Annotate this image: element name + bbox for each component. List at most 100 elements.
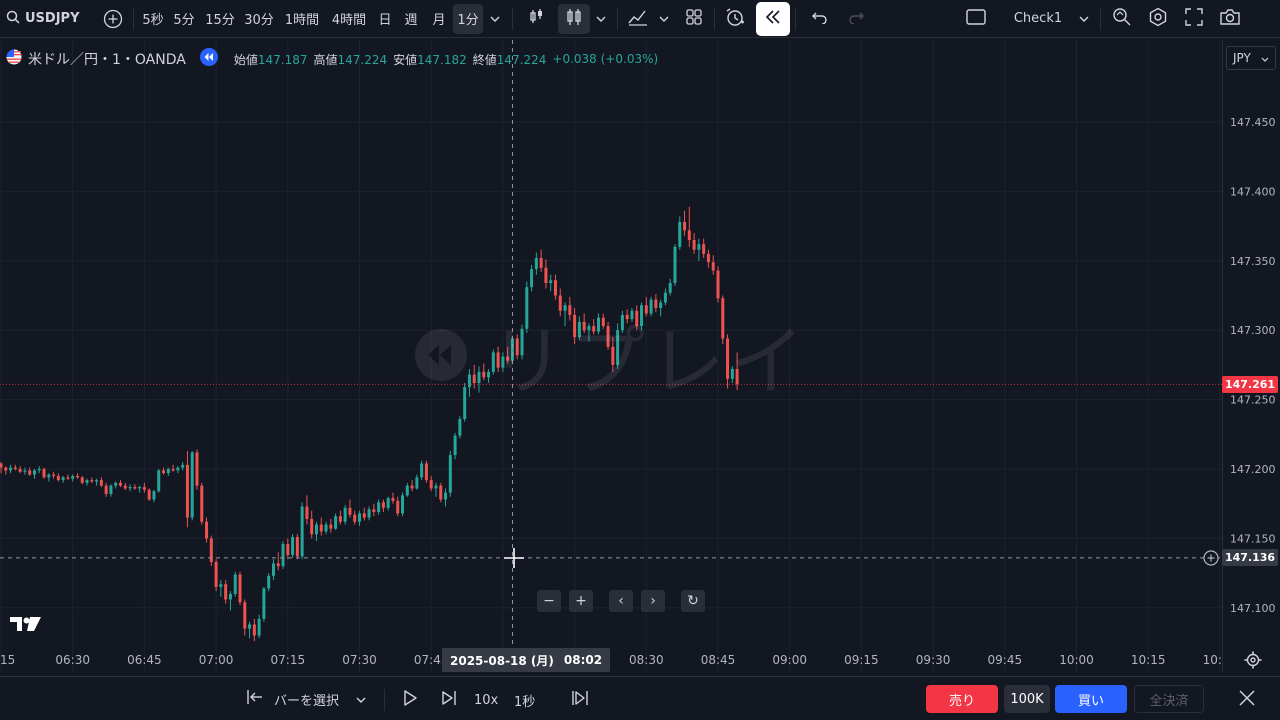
price-chart[interactable] <box>0 40 1222 672</box>
candle-body <box>334 516 338 529</box>
chart-legend: 米ドル／円・1・OANDA 始値147.187 高値147.224 安値147.… <box>6 48 658 70</box>
candle-body <box>659 302 663 308</box>
interval-15m[interactable]: 15分 <box>201 4 239 34</box>
replay-indicator-icon[interactable] <box>199 48 218 70</box>
indicators-dropdown[interactable] <box>653 4 675 34</box>
candle-body <box>61 477 65 481</box>
candle-body <box>496 352 500 368</box>
settings-icon <box>1148 7 1168 31</box>
replay-step-button[interactable]: 1秒 <box>514 689 535 711</box>
high-label: 高値 <box>313 52 338 67</box>
time-axis[interactable]: 1506:3006:4507:0007:1507:3007:4508:0008:… <box>0 646 1222 674</box>
candle-body <box>434 485 438 489</box>
candle-body <box>329 524 333 529</box>
step-forward-icon <box>441 689 457 711</box>
candle-body <box>644 305 648 314</box>
fullscreen-button[interactable] <box>1178 4 1210 34</box>
toolbar-divider <box>617 7 618 30</box>
chart-settings-button[interactable] <box>1244 651 1262 669</box>
redo-button[interactable] <box>841 4 871 34</box>
step-forward-button[interactable] <box>441 689 457 711</box>
interval-30m[interactable]: 30分 <box>239 4 279 34</box>
candle-body <box>271 563 275 576</box>
screenshot-button[interactable] <box>1214 4 1246 34</box>
chart-style-dropdown[interactable] <box>590 4 612 34</box>
candle-body <box>611 346 615 365</box>
candle-body <box>233 574 237 594</box>
interval-day[interactable]: 日 <box>373 4 397 34</box>
interval-5s[interactable]: 5秒 <box>139 4 167 34</box>
candle-body <box>635 310 639 327</box>
interval-month[interactable]: 月 <box>425 4 453 34</box>
candle-body <box>80 477 84 483</box>
candle-body <box>482 371 486 378</box>
jump-to-realtime-button[interactable] <box>571 689 589 711</box>
zoom-out-button[interactable]: − <box>537 590 561 612</box>
close-all-button[interactable]: 全決済 <box>1134 685 1204 713</box>
interval-1h[interactable]: 1時間 <box>279 4 325 34</box>
candle-body <box>472 374 476 383</box>
play-button[interactable] <box>402 689 418 711</box>
interval-5m[interactable]: 5分 <box>167 4 201 34</box>
select-bar-dropdown[interactable] <box>356 691 366 707</box>
sell-button[interactable]: 売り <box>926 685 998 713</box>
candle-body <box>601 317 605 327</box>
close-replay-button[interactable] <box>1238 689 1256 711</box>
crosshair-time: 08:02 <box>563 653 603 667</box>
layout-dropdown[interactable] <box>1073 4 1095 34</box>
zoom-in-button[interactable]: + <box>569 590 593 612</box>
templates-button[interactable] <box>679 4 709 34</box>
interval-1m[interactable]: 1分 <box>453 3 483 34</box>
candle-body <box>319 524 323 532</box>
layout-button[interactable] <box>961 4 991 34</box>
interval-dropdown[interactable] <box>483 4 507 34</box>
legend-symbol-title[interactable]: 米ドル／円・1・OANDA <box>28 49 186 69</box>
replay-button[interactable] <box>756 1 790 36</box>
replay-speed-button[interactable]: 10x <box>474 689 498 711</box>
candle-body <box>257 618 261 636</box>
buy-button[interactable]: 買い <box>1055 685 1127 713</box>
price-tick-label: 147.150 <box>1230 532 1276 545</box>
time-tick-label: 07:00 <box>199 653 234 667</box>
close-value: 147.224 <box>496 52 547 67</box>
candle-body <box>238 574 242 603</box>
candle-body <box>85 480 89 483</box>
candle-body <box>649 299 653 314</box>
candle-body <box>487 371 491 378</box>
interval-4h[interactable]: 4時間 <box>325 4 373 34</box>
candle-body <box>28 470 32 475</box>
tradingview-logo[interactable] <box>10 615 42 637</box>
scroll-left-button[interactable]: ‹ <box>609 590 633 612</box>
candle-body <box>439 485 443 500</box>
settings-button[interactable] <box>1142 4 1174 34</box>
time-tick-label: 08:30 <box>629 653 664 667</box>
candle-body <box>372 509 376 513</box>
add-alert-icon[interactable] <box>1203 550 1219 566</box>
candle-body <box>706 253 710 263</box>
indicators-icon <box>628 8 648 30</box>
indicators-button[interactable] <box>623 4 653 34</box>
quantity-button[interactable]: 100K <box>1004 685 1050 713</box>
candle-body <box>630 310 634 320</box>
reset-chart-button[interactable]: ↻ <box>681 590 705 612</box>
interval-week[interactable]: 週 <box>397 4 425 34</box>
candle-body <box>99 480 103 486</box>
layout-name[interactable]: Check1 <box>1007 4 1069 34</box>
candle-body <box>597 317 600 332</box>
candle-style-button[interactable] <box>558 3 590 34</box>
quick-search-button[interactable] <box>1106 4 1138 34</box>
candle-body <box>501 356 505 368</box>
candle-body <box>166 469 170 474</box>
select-bar-button[interactable]: バーを選択 <box>246 687 339 711</box>
candle-body <box>491 352 495 372</box>
candle-body <box>477 371 481 383</box>
undo-button[interactable] <box>805 4 835 34</box>
toolbar-divider <box>795 7 796 30</box>
alert-button[interactable] <box>720 4 750 34</box>
add-symbol-button[interactable] <box>98 4 128 34</box>
scroll-right-button[interactable]: › <box>641 590 665 612</box>
symbol-search-button[interactable]: USDJPY <box>0 4 80 34</box>
bar-style-button[interactable] <box>522 4 552 34</box>
toolbar-divider <box>384 689 385 711</box>
candle-body <box>530 269 534 288</box>
